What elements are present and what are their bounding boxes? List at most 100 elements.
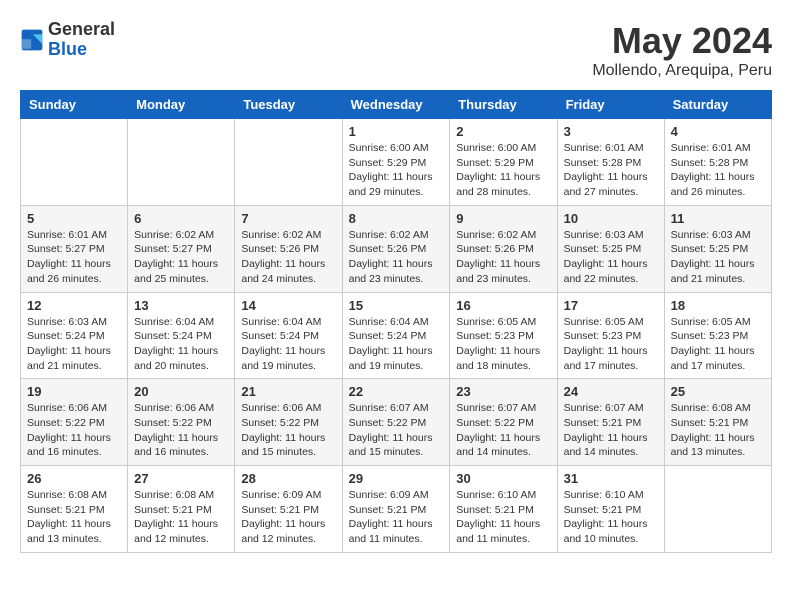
day-info-line: and 26 minutes. xyxy=(671,185,765,200)
day-info-line: Daylight: 11 hours xyxy=(27,344,121,359)
day-number: 23 xyxy=(456,384,550,399)
calendar-day-cell xyxy=(664,466,771,553)
day-info-line: Sunrise: 6:01 AM xyxy=(564,141,658,156)
day-of-week-header: Wednesday xyxy=(342,91,450,119)
day-info-line: Sunrise: 6:06 AM xyxy=(27,401,121,416)
day-info-line: and 25 minutes. xyxy=(134,272,228,287)
day-info-line: Sunrise: 6:04 AM xyxy=(349,315,444,330)
day-info-line: Daylight: 11 hours xyxy=(671,431,765,446)
day-info-line: Sunset: 5:24 PM xyxy=(134,329,228,344)
day-info-line: Sunrise: 6:07 AM xyxy=(349,401,444,416)
day-info-line: Daylight: 11 hours xyxy=(349,257,444,272)
logo-icon xyxy=(20,28,44,52)
day-info-line: Daylight: 11 hours xyxy=(134,257,228,272)
day-info-line: Sunrise: 6:07 AM xyxy=(456,401,550,416)
day-info-line: Daylight: 11 hours xyxy=(134,344,228,359)
day-number: 6 xyxy=(134,211,228,226)
day-info-line: and 17 minutes. xyxy=(564,359,658,374)
day-info-line: Sunset: 5:21 PM xyxy=(27,503,121,518)
day-info-line: Sunrise: 6:09 AM xyxy=(241,488,335,503)
day-info-line: Daylight: 11 hours xyxy=(349,517,444,532)
day-info-line: Daylight: 11 hours xyxy=(349,344,444,359)
day-info-line: Sunset: 5:29 PM xyxy=(456,156,550,171)
calendar-day-cell: 3Sunrise: 6:01 AMSunset: 5:28 PMDaylight… xyxy=(557,119,664,206)
day-info-line: Sunset: 5:23 PM xyxy=(671,329,765,344)
day-info-line: Sunrise: 6:02 AM xyxy=(241,228,335,243)
day-info-line: Daylight: 11 hours xyxy=(349,431,444,446)
day-number: 25 xyxy=(671,384,765,399)
day-info-line: Sunset: 5:23 PM xyxy=(564,329,658,344)
calendar-day-cell xyxy=(235,119,342,206)
calendar-day-cell: 26Sunrise: 6:08 AMSunset: 5:21 PMDayligh… xyxy=(21,466,128,553)
day-info-line: Sunrise: 6:00 AM xyxy=(349,141,444,156)
day-info-line: Sunset: 5:28 PM xyxy=(671,156,765,171)
day-info-line: Daylight: 11 hours xyxy=(564,517,658,532)
day-info-line: Daylight: 11 hours xyxy=(564,431,658,446)
calendar-day-cell: 29Sunrise: 6:09 AMSunset: 5:21 PMDayligh… xyxy=(342,466,450,553)
day-number: 16 xyxy=(456,298,550,313)
day-info-line: Daylight: 11 hours xyxy=(671,344,765,359)
day-info-line: Sunset: 5:21 PM xyxy=(671,416,765,431)
location-title: Mollendo, Arequipa, Peru xyxy=(592,62,772,80)
day-info-line: and 24 minutes. xyxy=(241,272,335,287)
day-info-line: Sunset: 5:24 PM xyxy=(241,329,335,344)
title-area: May 2024 Mollendo, Arequipa, Peru xyxy=(592,20,772,80)
day-info-line: and 11 minutes. xyxy=(349,532,444,547)
day-info-line: Sunset: 5:21 PM xyxy=(349,503,444,518)
calendar-day-cell: 6Sunrise: 6:02 AMSunset: 5:27 PMDaylight… xyxy=(128,205,235,292)
day-number: 8 xyxy=(349,211,444,226)
day-number: 27 xyxy=(134,471,228,486)
calendar-day-cell: 16Sunrise: 6:05 AMSunset: 5:23 PMDayligh… xyxy=(450,292,557,379)
day-info-line: Daylight: 11 hours xyxy=(671,257,765,272)
day-info-line: Sunset: 5:25 PM xyxy=(564,242,658,257)
day-of-week-header: Thursday xyxy=(450,91,557,119)
day-info-line: Sunrise: 6:02 AM xyxy=(349,228,444,243)
day-info-line: Sunrise: 6:01 AM xyxy=(27,228,121,243)
day-of-week-header: Monday xyxy=(128,91,235,119)
day-info-line: Sunset: 5:26 PM xyxy=(456,242,550,257)
day-info-line: Sunrise: 6:10 AM xyxy=(564,488,658,503)
day-info-line: Daylight: 11 hours xyxy=(241,431,335,446)
day-info-line: Sunrise: 6:01 AM xyxy=(671,141,765,156)
day-number: 7 xyxy=(241,211,335,226)
calendar-week-row: 1Sunrise: 6:00 AMSunset: 5:29 PMDaylight… xyxy=(21,119,772,206)
day-info-line: Sunset: 5:25 PM xyxy=(671,242,765,257)
day-info-line: and 20 minutes. xyxy=(134,359,228,374)
calendar-day-cell: 4Sunrise: 6:01 AMSunset: 5:28 PMDaylight… xyxy=(664,119,771,206)
day-info-line: and 16 minutes. xyxy=(27,445,121,460)
day-number: 28 xyxy=(241,471,335,486)
day-info-line: and 18 minutes. xyxy=(456,359,550,374)
day-info-line: and 11 minutes. xyxy=(456,532,550,547)
day-info-line: Sunset: 5:26 PM xyxy=(349,242,444,257)
calendar-day-cell: 17Sunrise: 6:05 AMSunset: 5:23 PMDayligh… xyxy=(557,292,664,379)
day-info-line: Sunset: 5:22 PM xyxy=(456,416,550,431)
day-info-line: Sunrise: 6:05 AM xyxy=(671,315,765,330)
day-info-line: Sunset: 5:23 PM xyxy=(456,329,550,344)
calendar-week-row: 19Sunrise: 6:06 AMSunset: 5:22 PMDayligh… xyxy=(21,379,772,466)
day-info-line: Daylight: 11 hours xyxy=(456,170,550,185)
day-number: 31 xyxy=(564,471,658,486)
day-info-line: Sunrise: 6:00 AM xyxy=(456,141,550,156)
day-info-line: and 23 minutes. xyxy=(349,272,444,287)
calendar-day-cell: 18Sunrise: 6:05 AMSunset: 5:23 PMDayligh… xyxy=(664,292,771,379)
calendar-day-cell: 1Sunrise: 6:00 AMSunset: 5:29 PMDaylight… xyxy=(342,119,450,206)
calendar-day-cell: 5Sunrise: 6:01 AMSunset: 5:27 PMDaylight… xyxy=(21,205,128,292)
day-info-line: Daylight: 11 hours xyxy=(241,257,335,272)
day-info-line: Sunset: 5:26 PM xyxy=(241,242,335,257)
day-info-line: Sunset: 5:28 PM xyxy=(564,156,658,171)
day-number: 5 xyxy=(27,211,121,226)
day-info-line: Sunrise: 6:10 AM xyxy=(456,488,550,503)
day-number: 17 xyxy=(564,298,658,313)
day-number: 12 xyxy=(27,298,121,313)
day-info-line: and 21 minutes. xyxy=(27,359,121,374)
calendar-day-cell xyxy=(128,119,235,206)
day-number: 9 xyxy=(456,211,550,226)
day-info-line: Sunset: 5:21 PM xyxy=(564,416,658,431)
day-of-week-header: Friday xyxy=(557,91,664,119)
day-info-line: and 13 minutes. xyxy=(27,532,121,547)
day-info-line: and 14 minutes. xyxy=(564,445,658,460)
calendar-day-cell: 19Sunrise: 6:06 AMSunset: 5:22 PMDayligh… xyxy=(21,379,128,466)
calendar-day-cell: 12Sunrise: 6:03 AMSunset: 5:24 PMDayligh… xyxy=(21,292,128,379)
day-info-line: Sunset: 5:21 PM xyxy=(456,503,550,518)
day-info-line: Daylight: 11 hours xyxy=(671,170,765,185)
